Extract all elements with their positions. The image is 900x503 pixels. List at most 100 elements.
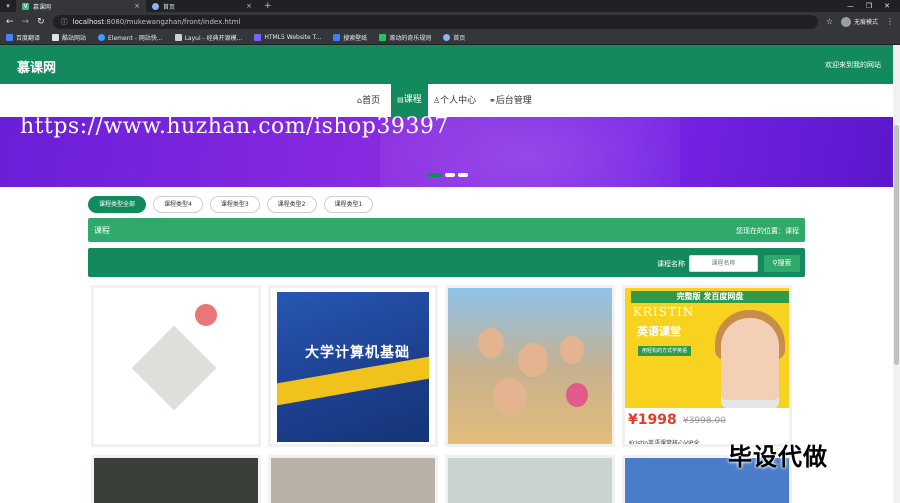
bookmark-favicon-icon [6, 34, 13, 41]
bookmark-item[interactable]: HTML5 Website T... [254, 34, 321, 41]
photo-figure [493, 378, 527, 416]
promo-banner: 完整版 发百度网盘 [631, 291, 789, 303]
browser-tab-inactive[interactable]: 首页 × [146, 0, 258, 12]
breadcrumb: 您现在的位置：课程 [736, 227, 799, 235]
page-viewport: 慕课网 欢迎来到我的网站 ⌂首页 ▤课程 ♙个人中心 ⚭后台管理 https:/… [0, 45, 893, 503]
page-scrollbar[interactable] [893, 45, 900, 503]
course-image [131, 325, 217, 411]
bookmark-star-icon[interactable]: ☆ [826, 17, 833, 26]
filter-type-3[interactable]: 课程类型3 [209, 196, 260, 213]
search-label: 课程名称 [657, 260, 685, 268]
window-controls: — ❐ ✕ [847, 0, 900, 12]
promo-course: 英语课堂 [637, 325, 681, 338]
scrollbar-thumb[interactable] [894, 125, 899, 365]
close-window-icon[interactable]: ✕ [884, 0, 890, 12]
url-path: :8080/mukewangzhan/front/index.html [104, 17, 241, 26]
bookmark-item[interactable]: Layui - 经典开源模... [174, 33, 243, 42]
forward-icon[interactable]: → [22, 17, 30, 27]
bookmarks-bar: 百度翻译 酷站网站 Element - 网站快... Layui - 经典开源模… [0, 31, 900, 45]
nav-label: 个人中心 [440, 96, 477, 106]
course-card[interactable] [268, 455, 438, 503]
bookmark-favicon-icon [52, 34, 60, 41]
globe-favicon-icon [152, 2, 159, 10]
browser-tab-active[interactable]: V 慕课网 × [16, 0, 146, 12]
bookmark-label: 搜索壁纸 [343, 35, 368, 42]
search-input[interactable] [689, 255, 758, 272]
site-title[interactable]: 慕课网 [17, 57, 56, 76]
maximize-icon[interactable]: ❐ [866, 0, 872, 12]
course-type-filters: 课程类型全部 课程类型4 课程类型3 课程类型2 课程类型1 [88, 196, 374, 213]
promo-brand: KRISTIN [633, 305, 695, 319]
bookmark-item[interactable]: Element - 网站快... [98, 33, 163, 42]
url-host: localhost [72, 17, 105, 26]
incognito-profile[interactable]: 无痕模式 [840, 16, 878, 27]
reload-icon[interactable]: ↻ [37, 17, 45, 27]
nav-admin[interactable]: ⚭后台管理 [489, 84, 532, 117]
new-tab-button[interactable]: + [258, 0, 272, 12]
bookmark-label: 百度翻译 [16, 35, 41, 42]
course-image [448, 288, 612, 444]
nav-label: 首页 [362, 96, 381, 106]
bookmark-label: HTML5 Website T... [264, 34, 322, 41]
filter-type-2[interactable]: 课程类型2 [266, 196, 317, 213]
site-header: 慕课网 欢迎来到我的网站 [0, 45, 893, 84]
course-icon: ▤ [397, 96, 404, 104]
bookmark-label: 首页 [453, 35, 466, 42]
filter-all[interactable]: 课程类型全部 [88, 196, 147, 213]
bookmark-favicon-icon [333, 34, 341, 41]
section-title: 课程 [94, 226, 110, 235]
nav-label: 课程 [403, 95, 422, 105]
carousel-dot-active[interactable] [427, 173, 442, 177]
close-tab-icon[interactable]: × [246, 2, 252, 10]
course-card[interactable]: 大学计算机基础 [268, 285, 438, 447]
filter-type-4[interactable]: 课程类型4 [153, 196, 203, 213]
bookmark-item[interactable]: 滚动的奇乐规则 [379, 33, 431, 42]
bookmark-label: Element - 网站快... [108, 35, 163, 42]
bookmark-item[interactable]: 百度翻译 [6, 33, 40, 42]
back-icon[interactable]: ← [6, 17, 14, 27]
address-bar[interactable]: ⓘ localhost:8080/mukewangzhan/front/inde… [52, 14, 818, 29]
location-bar: 课程 您现在的位置：课程 [88, 218, 805, 242]
photo-figure [518, 343, 548, 377]
course-card[interactable] [91, 285, 261, 447]
course-card[interactable] [445, 455, 615, 503]
carousel-dot[interactable] [458, 173, 468, 177]
bookmark-favicon-icon [98, 34, 106, 41]
minimize-icon[interactable]: — [847, 0, 854, 12]
course-card[interactable] [91, 455, 261, 503]
nav-personal-center[interactable]: ♙个人中心 [433, 84, 476, 117]
link-icon: ⚭ [489, 96, 496, 105]
menu-icon[interactable]: ⋮ [886, 17, 894, 26]
incognito-icon [840, 16, 851, 27]
course-card[interactable] [445, 285, 615, 447]
portrait-face [721, 318, 779, 408]
profile-label: 无痕模式 [853, 19, 878, 26]
bookmark-label: 酷站网站 [62, 35, 87, 42]
old-price: ¥3998.00 [683, 416, 726, 426]
vue-favicon-icon: V [22, 2, 29, 10]
book-title: 大学计算机基础 [305, 345, 410, 361]
course-name: Kristin英语课堂核心VIP全... [629, 440, 706, 447]
filter-type-1[interactable]: 课程类型1 [323, 196, 374, 213]
course-card[interactable]: 完整版 发百度网盘 KRISTIN 英语课堂 用轻松的方式学英语 ¥1998 ¥… [622, 285, 792, 447]
photo-figure [560, 336, 584, 364]
bookmark-item[interactable]: 酷站网站 [52, 33, 86, 42]
bookmark-item[interactable]: 首页 [443, 33, 465, 42]
nav-course[interactable]: ▤课程 [391, 84, 428, 117]
close-tab-icon[interactable]: × [134, 2, 140, 10]
info-icon[interactable]: ⓘ [61, 17, 68, 27]
tab-search-icon[interactable]: ▾ [0, 0, 16, 12]
browser-toolbar: ← → ↻ ⓘ localhost:8080/mukewangzhan/fron… [0, 12, 900, 31]
nav-home[interactable]: ⌂首页 [357, 84, 380, 117]
promo-tagline: 用轻松的方式学英语 [638, 346, 692, 356]
mouse-cursor-highlight [195, 304, 217, 326]
carousel-dot[interactable] [445, 173, 455, 177]
bookmark-item[interactable]: 搜索壁纸 [333, 33, 367, 42]
bookmark-favicon-icon [379, 34, 387, 41]
bookmark-label: Layui - 经典开源模... [184, 35, 243, 42]
book-cover-band [277, 356, 429, 406]
watermark-url: https://www.huzhan.com/ishop39397 [20, 114, 449, 139]
course-image: 完整版 发百度网盘 KRISTIN 英语课堂 用轻松的方式学英语 ¥1998 ¥… [625, 288, 789, 447]
search-button-label: 搜索 [777, 259, 792, 267]
search-button[interactable]: ⚲搜索 [764, 255, 800, 272]
